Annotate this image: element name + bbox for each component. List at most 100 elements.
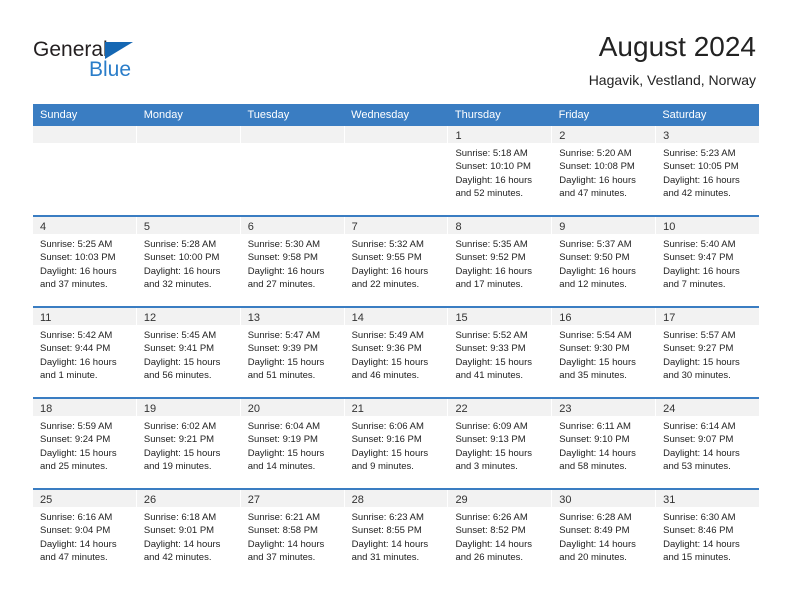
- daylight-text: Daylight: 15 hours: [351, 356, 429, 368]
- weekday-header-row: Sunday Monday Tuesday Wednesday Thursday Frid…: [33, 104, 759, 126]
- calendar-day-cell[interactable]: 19 Sunrise: 6:02 AM Sunset: 9:21 PM Dayligh…: [136, 399, 241, 488]
- sunset-text: Sunset: 10:00 PM: [143, 252, 220, 264]
- calendar-day-cell[interactable]: 15 Sunrise: 5:52 AM Sunset: 9:33 PM Dayligh…: [448, 308, 553, 397]
- calendar-day-cell[interactable]: 2 Sunrise: 5:20 AM Sunset: 10:08 PM Dayligh…: [552, 126, 657, 215]
- calendar-day-cell[interactable]: 20 Sunrise: 6:04 AM Sunset: 9:19 PM Dayligh…: [240, 399, 345, 488]
- day-number-band: 30: [552, 490, 656, 507]
- day-number: 11: [40, 312, 52, 324]
- daylight-text-cont: and 22 minutes.: [351, 279, 420, 291]
- calendar-day-cell[interactable]: 27 Sunrise: 6:21 AM Sunset: 8:58 PM Dayligh…: [240, 490, 345, 579]
- day-number: 10: [663, 221, 676, 233]
- day-number: 28: [351, 494, 364, 506]
- day-details: Sunrise: 5:18 AM Sunset: 10:10 PM Daylight…: [448, 143, 551, 201]
- calendar-day-cell[interactable]: 12 Sunrise: 5:45 AM Sunset: 9:41 PM Dayligh…: [136, 308, 241, 397]
- calendar-day-cell[interactable]: 22 Sunrise: 6:09 AM Sunset: 9:13 PM Dayligh…: [448, 399, 553, 488]
- calendar-day-cell-empty: [240, 126, 345, 215]
- day-number-band: 11: [33, 308, 136, 325]
- calendar-day-cell[interactable]: 24 Sunrise: 6:14 AM Sunset: 9:07 PM Dayligh…: [656, 399, 760, 488]
- day-details: Sunrise: 6:06 AM Sunset: 9:16 PM Daylight:…: [345, 416, 448, 474]
- calendar-day-cell[interactable]: 30 Sunrise: 6:28 AM Sunset: 8:49 PM Dayligh…: [552, 490, 657, 579]
- daylight-text-cont: and 19 minutes.: [143, 461, 212, 473]
- general-blue-logo[interactable]: General Blue: [33, 38, 203, 86]
- day-number-band: 4: [33, 217, 136, 234]
- day-number-band: 10: [656, 217, 760, 234]
- calendar-day-cell[interactable]: 3 Sunrise: 5:23 AM Sunset: 10:05 PM Dayligh…: [656, 126, 760, 215]
- calendar-week-row: 25 Sunrise: 6:16 AM Sunset: 9:04 PM Dayligh…: [33, 488, 760, 579]
- day-number-band: 21: [344, 399, 448, 416]
- calendar-day-cell[interactable]: 11 Sunrise: 5:42 AM Sunset: 9:44 PM Dayligh…: [33, 308, 137, 397]
- daylight-text-cont: and 47 minutes.: [40, 552, 108, 564]
- daylight-text: Daylight: 15 hours: [455, 356, 533, 368]
- daylight-text: Daylight: 16 hours: [40, 356, 117, 368]
- daylight-text: Daylight: 15 hours: [247, 447, 325, 459]
- calendar-day-cell[interactable]: 29 Sunrise: 6:26 AM Sunset: 8:52 PM Dayligh…: [448, 490, 553, 579]
- sunset-text: Sunset: 9:55 PM: [351, 252, 422, 264]
- calendar-day-cell[interactable]: 5 Sunrise: 5:28 AM Sunset: 10:00 PM Dayligh…: [136, 217, 241, 306]
- sunrise-text: Sunrise: 6:30 AM: [663, 512, 736, 523]
- day-number: 9: [559, 221, 566, 233]
- daylight-text-cont: and 42 minutes.: [143, 552, 212, 564]
- calendar-day-cell[interactable]: 25 Sunrise: 6:16 AM Sunset: 9:04 PM Dayligh…: [33, 490, 137, 579]
- daylight-text: Daylight: 14 hours: [559, 447, 636, 459]
- calendar-week-row: 11 Sunrise: 5:42 AM Sunset: 9:44 PM Dayligh…: [33, 306, 760, 397]
- daylight-text-cont: and 20 minutes.: [559, 552, 627, 564]
- day-details: Sunrise: 5:42 AM Sunset: 9:44 PM Daylight:…: [33, 325, 136, 383]
- sunrise-text: Sunrise: 5:57 AM: [663, 330, 736, 341]
- sunset-text: Sunset: 9:27 PM: [663, 343, 734, 355]
- sunrise-text: Sunrise: 5:45 AM: [143, 330, 217, 341]
- day-number-band: 23: [552, 399, 656, 416]
- sunset-text: Sunset: 8:49 PM: [559, 525, 630, 537]
- day-number-band: 14: [344, 308, 448, 325]
- day-details: Sunrise: 6:28 AM Sunset: 8:49 PM Daylight:…: [552, 507, 655, 565]
- calendar-day-cell[interactable]: 1 Sunrise: 5:18 AM Sunset: 10:10 PM Dayligh…: [448, 126, 553, 215]
- calendar-day-cell[interactable]: 18 Sunrise: 5:59 AM Sunset: 9:24 PM Dayligh…: [33, 399, 137, 488]
- daylight-text: Daylight: 14 hours: [40, 538, 117, 550]
- sunset-text: Sunset: 9:52 PM: [455, 252, 526, 264]
- calendar-day-cell[interactable]: 17 Sunrise: 5:57 AM Sunset: 9:27 PM Dayligh…: [656, 308, 760, 397]
- day-number-band: 8: [448, 217, 552, 234]
- sunrise-text: Sunrise: 5:20 AM: [559, 148, 632, 159]
- daylight-text: Daylight: 14 hours: [247, 538, 325, 550]
- day-details: Sunrise: 6:11 AM Sunset: 9:10 PM Daylight:…: [552, 416, 655, 474]
- day-number-band: 16: [552, 308, 656, 325]
- day-details: Sunrise: 5:32 AM Sunset: 9:55 PM Daylight:…: [345, 234, 448, 292]
- calendar-day-cell[interactable]: 16 Sunrise: 5:54 AM Sunset: 9:30 PM Dayligh…: [552, 308, 657, 397]
- sunset-text: Sunset: 9:24 PM: [40, 434, 111, 446]
- day-details: Sunrise: 5:57 AM Sunset: 9:27 PM Daylight:…: [656, 325, 759, 383]
- calendar-day-cell[interactable]: 23 Sunrise: 6:11 AM Sunset: 9:10 PM Dayligh…: [552, 399, 657, 488]
- day-number-band: 7: [344, 217, 448, 234]
- calendar-day-cell[interactable]: 6 Sunrise: 5:30 AM Sunset: 9:58 PM Daylight…: [240, 217, 345, 306]
- calendar-day-cell[interactable]: 8 Sunrise: 5:35 AM Sunset: 9:52 PM Daylight…: [448, 217, 553, 306]
- sunrise-text: Sunrise: 5:47 AM: [247, 330, 321, 341]
- daylight-text-cont: and 15 minutes.: [663, 552, 731, 564]
- daylight-text-cont: and 31 minutes.: [351, 552, 420, 564]
- calendar-page: General Blue August 2024 Hagavik, Vestla…: [0, 0, 792, 612]
- daylight-text-cont: and 46 minutes.: [351, 370, 420, 382]
- calendar-day-cell[interactable]: 13 Sunrise: 5:47 AM Sunset: 9:39 PM Dayligh…: [240, 308, 345, 397]
- day-number: 4: [40, 221, 47, 233]
- calendar-day-cell[interactable]: 26 Sunrise: 6:18 AM Sunset: 9:01 PM Dayligh…: [136, 490, 241, 579]
- calendar-day-cell[interactable]: 7 Sunrise: 5:32 AM Sunset: 9:55 PM Daylight…: [344, 217, 449, 306]
- sunset-text: Sunset: 9:58 PM: [247, 252, 318, 264]
- daylight-text: Daylight: 16 hours: [351, 265, 429, 277]
- calendar-day-cell[interactable]: 9 Sunrise: 5:37 AM Sunset: 9:50 PM Daylight…: [552, 217, 657, 306]
- day-number: 19: [143, 403, 157, 415]
- daylight-text-cont: and 32 minutes.: [143, 279, 212, 291]
- sunrise-text: Sunrise: 5:42 AM: [40, 330, 113, 341]
- day-number: 2: [559, 130, 566, 142]
- day-details: Sunrise: 5:30 AM Sunset: 9:58 PM Daylight:…: [241, 234, 344, 292]
- calendar-day-cell[interactable]: 14 Sunrise: 5:49 AM Sunset: 9:36 PM Dayligh…: [344, 308, 449, 397]
- sunset-text: Sunset: 8:55 PM: [351, 525, 422, 537]
- day-number: 13: [247, 312, 260, 324]
- daylight-text-cont: and 27 minutes.: [247, 279, 316, 291]
- calendar-day-cell[interactable]: 4 Sunrise: 5:25 AM Sunset: 10:03 PM Dayligh…: [33, 217, 137, 306]
- day-number-band: 9: [552, 217, 656, 234]
- day-details: [137, 143, 240, 147]
- calendar-day-cell[interactable]: 31 Sunrise: 6:30 AM Sunset: 8:46 PM Dayligh…: [656, 490, 760, 579]
- calendar-week-row: 4 Sunrise: 5:25 AM Sunset: 10:03 PM Dayligh…: [33, 215, 760, 306]
- day-details: Sunrise: 6:26 AM Sunset: 8:52 PM Daylight:…: [448, 507, 551, 565]
- calendar-day-cell[interactable]: 21 Sunrise: 6:06 AM Sunset: 9:16 PM Dayligh…: [344, 399, 449, 488]
- day-number-band: 29: [448, 490, 552, 507]
- calendar-day-cell[interactable]: 28 Sunrise: 6:23 AM Sunset: 8:55 PM Dayligh…: [344, 490, 449, 579]
- calendar-day-cell[interactable]: 10 Sunrise: 5:40 AM Sunset: 9:47 PM Dayligh…: [656, 217, 760, 306]
